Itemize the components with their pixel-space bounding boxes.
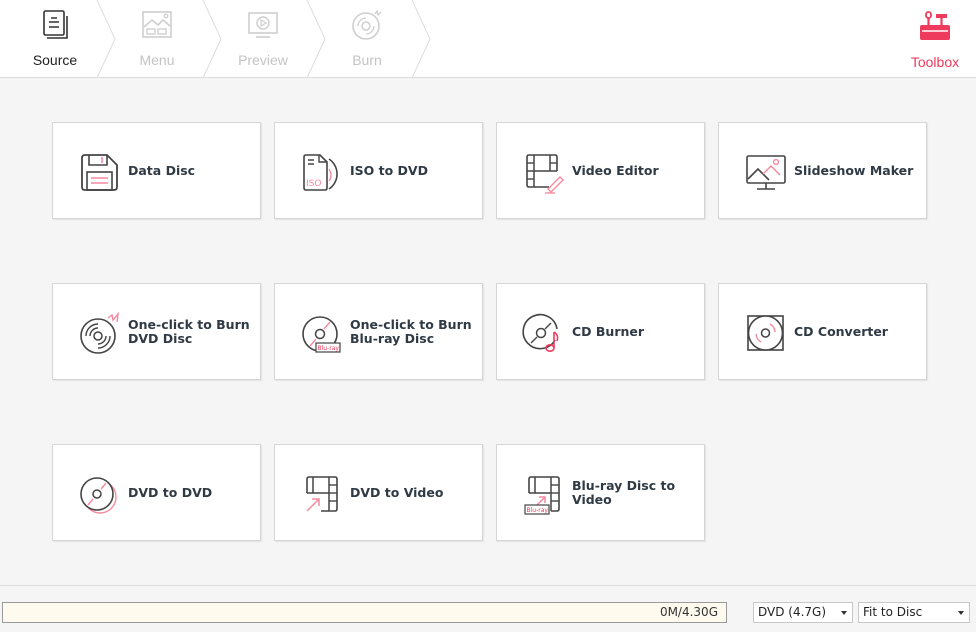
tile-bluray-to-video[interactable]: Blu-ray Blu-ray Disc to Video	[496, 444, 705, 541]
toolbox-label: Toolbox	[910, 54, 960, 70]
disc-capacity-bar: 0M/4.30G	[2, 602, 727, 623]
tile-video-editor[interactable]: Video Editor	[496, 122, 705, 219]
quality-mode-select[interactable]: Fit to Disc	[858, 602, 970, 623]
tile-cd-converter[interactable]: CD Converter	[718, 283, 927, 380]
tile-one-click-burn-dvd[interactable]: One-click to Burn DVD Disc	[52, 283, 261, 380]
tile-label-line1: One-click to Burn	[128, 316, 250, 332]
bluray-icon-text: Blu-ray	[527, 507, 549, 514]
tile-label-line1: Blu-ray Disc to Video	[572, 477, 676, 507]
step-preview-label: Preview	[238, 52, 288, 68]
tile-label-line1: CD Burner	[572, 323, 645, 339]
tile-iso-to-dvd[interactable]: ISO ISO to DVD	[274, 122, 483, 219]
tile-label-line1: DVD to DVD	[128, 484, 213, 500]
tile-label: Data Disc	[128, 123, 195, 218]
bluray-to-video-icon: Blu-ray	[524, 476, 560, 515]
tile-label: CD Converter	[794, 284, 888, 379]
source-documents-icon	[43, 10, 68, 39]
tile-label: DVD to DVD	[128, 445, 212, 540]
tile-label: CD Burner	[572, 284, 644, 379]
quality-mode-value: Fit to Disc	[863, 605, 923, 619]
step-burn-label: Burn	[352, 52, 382, 68]
step-source[interactable]: Source	[0, 0, 110, 78]
monitor-image-icon	[746, 155, 786, 190]
tile-label: ISO to DVD	[350, 123, 428, 218]
step-burn[interactable]: Burn	[312, 0, 422, 78]
toolbox-button[interactable]: Toolbox	[906, 0, 964, 78]
status-bar: 0M/4.30G DVD (4.7G) Fit to Disc	[0, 585, 976, 632]
toolbox-icon	[920, 11, 950, 40]
dvd-to-video-icon	[306, 476, 338, 512]
tile-dvd-to-dvd[interactable]: DVD to DVD	[52, 444, 261, 541]
tile-label-line1: Data Disc	[128, 162, 196, 178]
burn-dvd-icon	[80, 311, 119, 354]
cd-case-icon	[747, 315, 784, 351]
tile-label-line1: Slideshow Maker	[794, 162, 914, 178]
tile-label: DVD to Video	[350, 445, 443, 540]
chevron-down-icon	[841, 611, 847, 615]
dvd-copy-icon	[80, 477, 117, 514]
tile-label: One-click to Burn DVD Disc	[128, 284, 250, 379]
top-toolbar: Source Menu Preview Burn Toolbox	[0, 0, 976, 78]
bluray-icon-text: Blu-ray	[318, 345, 340, 352]
tile-label-line1: CD Converter	[794, 323, 888, 339]
tile-label: One-click to Burn Blu-ray Disc	[350, 284, 472, 379]
tile-data-disc[interactable]: Data Disc	[52, 122, 261, 219]
disc-type-select[interactable]: DVD (4.7G)	[753, 602, 853, 623]
burn-disc-icon	[352, 9, 382, 40]
step-menu[interactable]: Menu	[102, 0, 212, 78]
cd-music-icon	[522, 313, 559, 352]
iso-icon-text: ISO	[306, 179, 321, 189]
tile-label: Blu-ray Disc to Video	[572, 445, 704, 540]
tile-one-click-burn-bluray[interactable]: Blu-ray One-click to Burn Blu-ray Disc	[274, 283, 483, 380]
tile-label-line1: DVD to Video	[350, 484, 444, 500]
workflow-steps: Source Menu Preview Burn	[0, 0, 440, 78]
chevron-down-icon	[958, 611, 964, 615]
tile-label: Slideshow Maker	[794, 123, 913, 218]
tile-label-line2: DVD Disc	[128, 330, 193, 346]
tile-label-line1: ISO to DVD	[350, 162, 428, 178]
floppy-disk-icon	[81, 154, 118, 191]
iso-file-icon: ISO	[303, 154, 338, 191]
tile-label-line1: One-click to Burn	[350, 316, 472, 332]
preview-play-icon	[248, 12, 278, 38]
tile-cd-burner[interactable]: CD Burner	[496, 283, 705, 380]
capacity-text: 0M/4.30G	[659, 605, 718, 619]
step-menu-label: Menu	[139, 52, 175, 68]
step-preview[interactable]: Preview	[208, 0, 318, 78]
step-source-label: Source	[32, 52, 78, 68]
disc-type-value: DVD (4.7G)	[758, 605, 827, 619]
tile-dvd-to-video[interactable]: DVD to Video	[274, 444, 483, 541]
film-edit-icon	[526, 154, 564, 194]
tile-slideshow-maker[interactable]: Slideshow Maker	[718, 122, 927, 219]
tile-label-line1: Video Editor	[572, 162, 659, 178]
tile-label-line2: Blu-ray Disc	[350, 330, 435, 346]
bluray-disc-icon: Blu-ray	[302, 316, 341, 353]
tile-label: Video Editor	[572, 123, 659, 218]
menu-image-icon	[142, 11, 172, 38]
